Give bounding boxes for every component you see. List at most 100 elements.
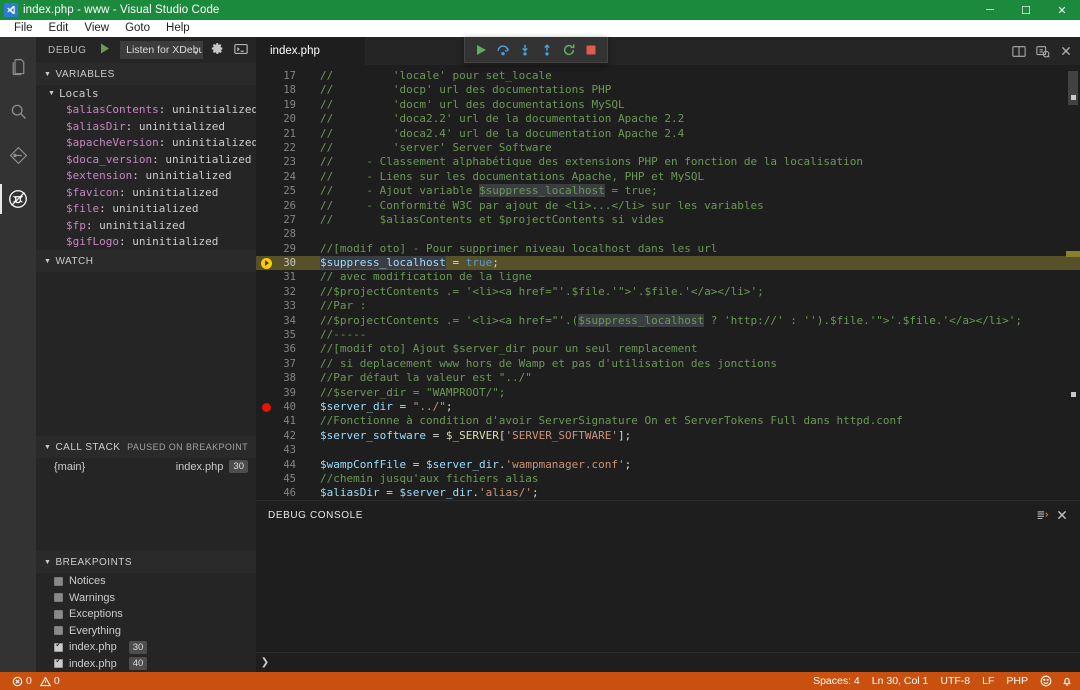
code-line[interactable]: 45 //chemin jusqu'aux fichiers alias [256, 472, 1080, 486]
activity-debug-icon[interactable] [0, 177, 36, 221]
breakpoint-checkbox[interactable] [54, 626, 63, 636]
restart-button[interactable] [559, 40, 579, 60]
callstack-frame-row[interactable]: {main} index.php 30 [36, 458, 256, 475]
variable-row[interactable]: $apacheVersion: uninitialized [36, 135, 256, 152]
activity-source-control-icon[interactable] [0, 133, 36, 177]
breakpoint-row[interactable]: index.php 30 [36, 639, 256, 656]
code-line[interactable]: 42 $server_software = $_SERVER['SERVER_SO… [256, 429, 1080, 443]
breakpoint-row[interactable]: Warnings [36, 590, 256, 607]
code-line[interactable]: 37 // si deplacement www hors de Wamp et … [256, 357, 1080, 371]
code-line[interactable]: 20 // 'doca2.2' url de la documentation A… [256, 112, 1080, 126]
code-line[interactable]: 21 // 'doca2.4' url de la documentation A… [256, 127, 1080, 141]
breakpoint-checkbox[interactable] [54, 640, 63, 652]
breakpoint-row[interactable]: index.php 40 [36, 656, 256, 673]
breakpoint-row[interactable]: Everything [36, 623, 256, 640]
step-into-button[interactable] [515, 40, 535, 60]
breakpoint-row[interactable]: Notices [36, 573, 256, 590]
close-editor-icon[interactable] [1060, 45, 1072, 57]
gear-icon[interactable] [209, 42, 227, 58]
minimize-button[interactable]: ─ [972, 0, 1008, 20]
open-changes-icon[interactable] [1036, 45, 1050, 58]
code-line[interactable]: 38 //Par défaut la valeur est "../" [256, 371, 1080, 385]
breakpoint-glyph-icon[interactable] [256, 402, 276, 412]
code-line[interactable]: 40 $server_dir = "../"; [256, 400, 1080, 414]
breakpoint-checkbox[interactable] [54, 593, 63, 603]
code-line[interactable]: 25 // - Ajout variable $suppress_localhos… [256, 184, 1080, 198]
callstack-section-header[interactable]: ▼ CALL STACK PAUSED ON BREAKPOINT [36, 436, 256, 458]
debug-configuration-select[interactable]: Listen for XDebu ▾ [120, 41, 203, 59]
watch-section-header[interactable]: ▼ WATCH [36, 250, 256, 272]
tab-index-php[interactable]: index.php [256, 37, 366, 65]
step-over-button[interactable] [493, 40, 513, 60]
breakpoints-section-header[interactable]: ▼ BREAKPOINTS [36, 551, 256, 573]
problems-status[interactable]: 0 0 [6, 672, 66, 690]
code-line[interactable]: 41 //Fonctionne à condition d'avoir Serve… [256, 414, 1080, 428]
menu-file[interactable]: File [6, 20, 41, 37]
breakpoint-checkbox[interactable] [54, 576, 63, 586]
stop-button[interactable] [581, 40, 601, 60]
code-line[interactable]: 22 // 'server' Server Software [256, 141, 1080, 155]
start-debugging-icon[interactable] [97, 43, 115, 57]
continue-button[interactable] [471, 40, 491, 60]
code-line[interactable]: 32 //$projectContents .= '<li><a href="'.… [256, 285, 1080, 299]
close-panel-icon[interactable] [1052, 509, 1072, 521]
open-console-icon[interactable] [232, 43, 250, 58]
code-line[interactable]: 18 // 'docp' url des documentations PHP [256, 83, 1080, 97]
menu-help[interactable]: Help [158, 20, 198, 37]
clear-console-icon[interactable] [1032, 509, 1052, 522]
code-line[interactable]: 28 [256, 227, 1080, 241]
variable-row[interactable]: $gifLogo: uninitialized [36, 234, 256, 251]
breakpoint-checkbox[interactable] [54, 656, 63, 669]
code-line[interactable]: 29 //[modif oto] - Pour supprimer niveau … [256, 242, 1080, 256]
code-editor[interactable]: 17 // 'locale' pour set_locale 18 // 'docp'… [256, 65, 1080, 500]
eol-status[interactable]: LF [976, 672, 1000, 690]
menu-view[interactable]: View [76, 20, 117, 37]
variables-scope-locals[interactable]: ▼ Locals [36, 85, 256, 102]
code-line[interactable]: 36 //[modif oto] Ajout $server_dir pour u… [256, 342, 1080, 356]
smiley-icon[interactable] [1034, 675, 1058, 687]
menubar: File Edit View Goto Help [0, 20, 1080, 37]
variable-row[interactable]: $aliasContents: uninitialized [36, 102, 256, 119]
code-line[interactable]: 34 //$projectContents .= '<li><a href="'.… [256, 313, 1080, 328]
encoding-status[interactable]: UTF-8 [934, 672, 976, 690]
menu-edit[interactable]: Edit [41, 20, 77, 37]
close-button[interactable]: ✕ [1044, 0, 1080, 20]
code-line[interactable]: 46 $aliasDir = $server_dir.'alias/'; [256, 486, 1080, 500]
variable-row[interactable]: $file: uninitialized [36, 201, 256, 218]
code-line[interactable]: 44 $wampConfFile = $server_dir.'wampmanag… [256, 458, 1080, 472]
code-line[interactable]: 19 // 'docm' url des documentations MySQL [256, 98, 1080, 112]
code-line[interactable]: 35 //----- [256, 328, 1080, 342]
menu-goto[interactable]: Goto [117, 20, 158, 37]
cursor-position-status[interactable]: Ln 30, Col 1 [866, 672, 935, 690]
code-line[interactable]: 27 // $aliasContents et $projectContents … [256, 213, 1080, 227]
editor-scrollbar[interactable] [1066, 65, 1080, 500]
variable-row[interactable]: $aliasDir: uninitialized [36, 118, 256, 135]
language-mode-status[interactable]: PHP [1000, 672, 1034, 690]
code-line[interactable]: 31 // avec modification de la ligne [256, 270, 1080, 284]
code-line[interactable]: 23 // - Classement alphabétique des exten… [256, 155, 1080, 169]
code-line[interactable]: 17 // 'locale' pour set_locale [256, 69, 1080, 83]
variable-row[interactable]: $extension: uninitialized [36, 168, 256, 185]
editor-group: index.php 17 // 'locale' pour set_locale… [256, 37, 1080, 672]
code-line[interactable]: 26 // - Conformité W3C par ajout de <li>.… [256, 199, 1080, 213]
code-line[interactable]: 24 // - Liens sur les documentations Apac… [256, 170, 1080, 184]
activity-explorer-icon[interactable] [0, 45, 36, 89]
indentation-status[interactable]: Spaces: 4 [807, 672, 866, 690]
code-line[interactable]: 43 [256, 443, 1080, 457]
debug-console-input[interactable]: ❯ [256, 652, 1080, 672]
activity-search-icon[interactable] [0, 89, 36, 133]
variable-row[interactable]: $fp: uninitialized [36, 217, 256, 234]
step-out-button[interactable] [537, 40, 557, 60]
breakpoint-row[interactable]: Exceptions [36, 606, 256, 623]
variable-row[interactable]: $doca_version: uninitialized [36, 151, 256, 168]
split-editor-icon[interactable] [1012, 45, 1026, 58]
debug-current-line-arrow-icon[interactable] [256, 257, 276, 269]
variable-row[interactable]: $favicon: uninitialized [36, 184, 256, 201]
breakpoint-checkbox[interactable] [54, 609, 63, 619]
code-line[interactable]: 39 //$server_dir = "WAMPROOT/"; [256, 386, 1080, 400]
maximize-button[interactable]: ☐ [1008, 0, 1044, 20]
bell-icon[interactable] [1058, 675, 1076, 687]
code-line[interactable]: 30 $suppress_localhost = true; [256, 256, 1080, 271]
variables-section-header[interactable]: ▼ VARIABLES [36, 63, 256, 85]
code-line[interactable]: 33 //Par : [256, 299, 1080, 313]
